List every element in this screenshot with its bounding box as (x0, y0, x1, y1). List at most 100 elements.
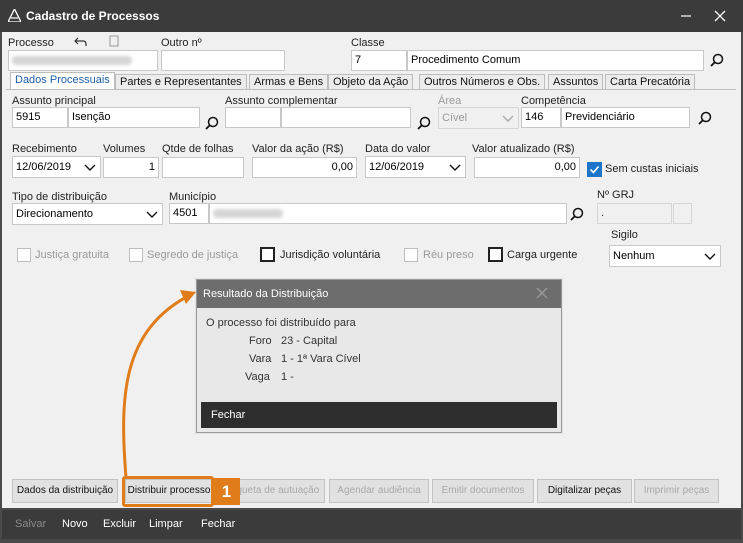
tab-assuntos[interactable]: Assuntos (548, 74, 604, 90)
jurisdicao-voluntaria-label: Jurisdição voluntária (280, 249, 381, 261)
recebimento-value: 12/06/2019 (16, 161, 72, 173)
assunto-principal-label: Assunto principal (12, 95, 96, 107)
classe-name-input[interactable]: Procedimento Comum (407, 50, 704, 71)
imprimir-pecas-button[interactable]: Imprimir peças (634, 479, 719, 503)
search-icon[interactable] (417, 116, 431, 130)
segredo-justica-checkbox[interactable] (129, 248, 143, 262)
grj-label: Nº GRJ (597, 189, 635, 201)
volumes-label: Volumes (103, 143, 146, 155)
dialog-title: Resultado da Distribuição (197, 280, 561, 308)
assunto-principal-name-input[interactable]: Isenção (68, 107, 200, 128)
tab-carta-precatoria[interactable]: Carta Precatória (605, 74, 696, 90)
tipo-distribuicao-select[interactable]: Direcionamento (12, 203, 163, 225)
valor-atualizado-input[interactable]: 0,00 (474, 157, 580, 178)
area-select: Cível (438, 107, 519, 129)
step-badge: 1 (213, 478, 240, 505)
qtde-folhas-label: Qtde de folhas (162, 143, 234, 155)
search-icon[interactable] (698, 111, 712, 125)
tab-dados-processuais[interactable]: Dados Processuais (10, 72, 115, 90)
assunto-principal-code-input[interactable]: 5915 (12, 107, 68, 128)
chevron-down-icon (502, 115, 514, 122)
foro-value: 23 - Capital (281, 335, 338, 347)
title-bar: Cadastro de Processos (0, 0, 743, 32)
reu-preso-checkbox[interactable] (404, 248, 418, 262)
close-icon[interactable] (535, 286, 549, 300)
vaga-value: 1 - (281, 371, 294, 383)
vara-label: Vara (249, 353, 272, 365)
assunto-complementar-code-input[interactable] (225, 107, 281, 128)
tipo-distribuicao-label: Tipo de distribuição (12, 191, 107, 203)
minimize-button[interactable] (676, 6, 696, 26)
competencia-code-input[interactable]: 146 (521, 107, 561, 128)
search-icon[interactable] (570, 207, 584, 221)
chevron-down-icon (704, 253, 716, 260)
search-icon[interactable] (205, 116, 219, 130)
tab-divider (6, 89, 736, 90)
jurisdicao-voluntaria-checkbox[interactable] (260, 247, 275, 262)
processo-label: Processo (8, 37, 54, 49)
agendar-audiencia-button[interactable]: Agendar audiência (329, 479, 429, 503)
area-value: Cível (442, 112, 468, 124)
digitalizar-pecas-button[interactable]: Digitalizar peças (537, 479, 632, 503)
justica-gratuita-checkbox[interactable] (17, 248, 31, 262)
annotation-highlight (122, 476, 214, 507)
grj-input[interactable]: . (597, 203, 672, 224)
tab-objeto-acao[interactable]: Objeto da Ação (328, 74, 414, 90)
search-icon[interactable] (710, 53, 724, 67)
segredo-justica-label: Segredo de justiça (147, 249, 239, 261)
classe-label: Classe (351, 37, 385, 49)
app-logo-icon (8, 9, 21, 22)
municipio-name-input[interactable] (209, 203, 567, 224)
excluir-button[interactable]: Excluir (103, 518, 136, 530)
dialog-close-button[interactable]: Fechar (201, 402, 557, 428)
novo-button[interactable]: Novo (62, 518, 88, 530)
undo-icon[interactable] (74, 36, 88, 48)
salvar-button[interactable]: Salvar (15, 518, 46, 530)
competencia-label: Competência (521, 95, 586, 107)
data-valor-date-picker[interactable]: 12/06/2019 (365, 156, 466, 178)
carga-urgente-checkbox[interactable] (488, 247, 503, 262)
document-icon[interactable] (109, 35, 119, 47)
outro-numero-input[interactable] (161, 50, 285, 71)
minimize-icon (681, 15, 691, 17)
foro-label: Foro (249, 335, 272, 347)
sem-custas-checkbox[interactable] (587, 162, 602, 177)
redacted-text (213, 208, 283, 218)
justica-gratuita-label: Justiça gratuita (35, 249, 109, 261)
recebimento-date-picker[interactable]: 12/06/2019 (12, 156, 101, 178)
sigilo-select[interactable]: Nenhum (609, 245, 721, 267)
processo-input[interactable] (8, 50, 158, 71)
volumes-input[interactable]: 1 (103, 157, 159, 178)
outro-numero-label: Outro nº (161, 37, 202, 49)
sem-custas-label: Sem custas iniciais (605, 163, 699, 175)
redacted-text (12, 55, 132, 65)
competencia-name-input[interactable]: Previdenciário (561, 107, 690, 128)
carga-urgente-label: Carga urgente (507, 249, 578, 261)
data-valor-value: 12/06/2019 (369, 161, 425, 173)
grj-digit-input[interactable] (673, 203, 692, 224)
tab-partes-representantes[interactable]: Partes e Representantes (115, 74, 247, 90)
close-icon (714, 10, 726, 22)
data-valor-label: Data do valor (365, 143, 431, 155)
emitir-documentos-button[interactable]: Emitir documentos (432, 479, 534, 503)
valor-acao-input[interactable]: 0,00 (252, 157, 357, 178)
valor-acao-label: Valor da ação (R$) (252, 143, 344, 155)
municipio-label: Município (169, 191, 217, 203)
chevron-down-icon (146, 211, 158, 218)
classe-code-input[interactable]: 7 (351, 50, 407, 71)
qtde-folhas-input[interactable] (162, 157, 244, 178)
distribution-result-dialog: Resultado da Distribuição O processo foi… (196, 279, 562, 433)
tab-armas-bens[interactable]: Armas e Bens (249, 74, 329, 90)
tab-outros-numeros[interactable]: Outros Números e Obs. (419, 74, 546, 90)
valor-atualizado-label: Valor atualizado (R$) (472, 143, 575, 155)
chevron-down-icon (449, 164, 461, 171)
limpar-button[interactable]: Limpar (149, 518, 183, 530)
dados-distribuicao-button[interactable]: Dados da distribuição (12, 479, 118, 503)
sigilo-label: Sigilo (611, 229, 638, 241)
recebimento-label: Recebimento (12, 143, 77, 155)
dialog-message: O processo foi distribuído para (206, 317, 356, 329)
fechar-button[interactable]: Fechar (201, 518, 235, 530)
municipio-code-input[interactable]: 4501 (169, 203, 209, 224)
close-window-button[interactable] (710, 6, 730, 26)
assunto-complementar-name-input[interactable] (281, 107, 411, 128)
